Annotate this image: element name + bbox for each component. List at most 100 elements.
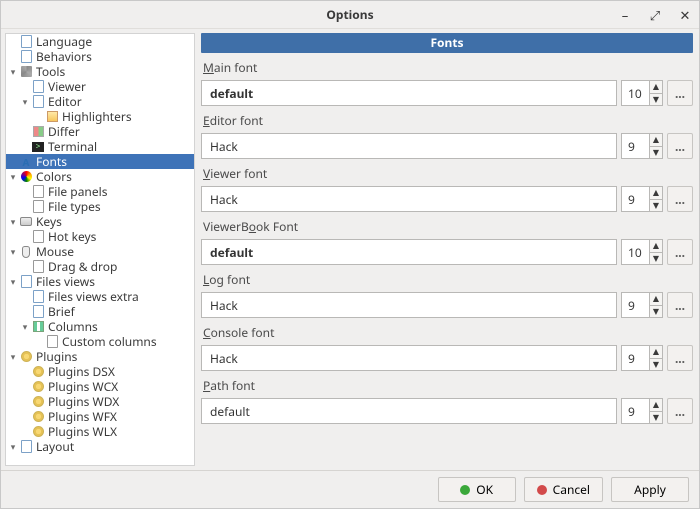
collapse-icon[interactable]: ▾ <box>20 97 30 107</box>
window-title: Options <box>326 6 373 23</box>
font-size-value[interactable]: 9 <box>621 398 649 424</box>
tree-item-mouse[interactable]: ▾Mouse <box>6 244 194 259</box>
keys-icon <box>18 214 34 230</box>
font-size-spinner[interactable]: 9▲▼ <box>621 292 663 318</box>
font-size-spinner[interactable]: 9▲▼ <box>621 345 663 371</box>
font-name-input[interactable] <box>201 292 617 318</box>
content-panel: Fonts Main font10▲▼...Editor font9▲▼...V… <box>195 29 699 470</box>
tree-item-language[interactable]: ▸Language <box>6 34 194 49</box>
font-size-value[interactable]: 10 <box>621 80 649 106</box>
tree-item-plugins-dsx[interactable]: ▸Plugins DSX <box>6 364 194 379</box>
tree-item-files-views-extra[interactable]: ▸Files views extra <box>6 289 194 304</box>
font-size-value[interactable]: 9 <box>621 292 649 318</box>
tree-item-terminal[interactable]: ▸Terminal <box>6 139 194 154</box>
tree-item-colors[interactable]: ▾Colors <box>6 169 194 184</box>
tree-item-tools[interactable]: ▾Tools <box>6 64 194 79</box>
tree-item-file-panels[interactable]: ▸File panels <box>6 184 194 199</box>
font-browse-button[interactable]: ... <box>667 239 693 265</box>
font-row: 10▲▼... <box>201 239 693 265</box>
font-name-input[interactable] <box>201 398 617 424</box>
close-button[interactable]: ✕ <box>675 5 695 25</box>
tree-item-drag-drop[interactable]: ▸Drag & drop <box>6 259 194 274</box>
spin-down-icon[interactable]: ▼ <box>649 359 663 372</box>
page-icon <box>30 289 46 305</box>
tree-item-keys[interactable]: ▾Keys <box>6 214 194 229</box>
font-size-spinner[interactable]: 9▲▼ <box>621 186 663 212</box>
tree-item-layout[interactable]: ▾Layout <box>6 439 194 454</box>
font-name-input[interactable] <box>201 239 617 265</box>
spin-up-icon[interactable]: ▲ <box>649 345 663 359</box>
font-size-spinner[interactable]: 10▲▼ <box>621 239 663 265</box>
tree-item-hot-keys[interactable]: ▸Hot keys <box>6 229 194 244</box>
spin-up-icon[interactable]: ▲ <box>649 80 663 94</box>
spin-up-icon[interactable]: ▲ <box>649 186 663 200</box>
font-browse-button[interactable]: ... <box>667 398 693 424</box>
options-tree[interactable]: ▸Language ▸Behaviors ▾Tools ▸Viewer ▾Edi… <box>5 33 195 466</box>
maximize-button[interactable]: ⤢ <box>645 5 665 25</box>
collapse-icon[interactable]: ▾ <box>8 172 18 182</box>
tree-item-fonts[interactable]: ▸AFonts <box>6 154 194 169</box>
font-name-input[interactable] <box>201 80 617 106</box>
columns-icon <box>30 319 46 335</box>
spin-down-icon[interactable]: ▼ <box>649 306 663 319</box>
font-browse-button[interactable]: ... <box>667 80 693 106</box>
font-browse-button[interactable]: ... <box>667 186 693 212</box>
tree-item-plugins-wcx[interactable]: ▸Plugins WCX <box>6 379 194 394</box>
spin-down-icon[interactable]: ▼ <box>649 412 663 425</box>
font-name-input[interactable] <box>201 133 617 159</box>
font-row: 9▲▼... <box>201 345 693 371</box>
tree-item-plugins-wfx[interactable]: ▸Plugins WFX <box>6 409 194 424</box>
colors-icon <box>18 169 34 185</box>
spin-down-icon[interactable]: ▼ <box>649 200 663 213</box>
font-size-value[interactable]: 9 <box>621 186 649 212</box>
spin-down-icon[interactable]: ▼ <box>649 147 663 160</box>
tree-item-plugins[interactable]: ▾Plugins <box>6 349 194 364</box>
font-size-spinner[interactable]: 10▲▼ <box>621 80 663 106</box>
page-icon <box>30 94 46 110</box>
font-size-value[interactable]: 9 <box>621 345 649 371</box>
minimize-button[interactable]: – <box>615 5 635 25</box>
spin-up-icon[interactable]: ▲ <box>649 239 663 253</box>
tree-item-differ[interactable]: ▸Differ <box>6 124 194 139</box>
tree-item-brief[interactable]: ▸Brief <box>6 304 194 319</box>
font-row: 10▲▼... <box>201 80 693 106</box>
tree-item-files-views[interactable]: ▾Files views <box>6 274 194 289</box>
font-browse-button[interactable]: ... <box>667 345 693 371</box>
collapse-icon[interactable]: ▾ <box>8 352 18 362</box>
spin-down-icon[interactable]: ▼ <box>649 94 663 107</box>
font-browse-button[interactable]: ... <box>667 133 693 159</box>
page-icon <box>30 304 46 320</box>
font-size-spinner[interactable]: 9▲▼ <box>621 133 663 159</box>
font-size-value[interactable]: 10 <box>621 239 649 265</box>
spin-up-icon[interactable]: ▲ <box>649 292 663 306</box>
tree-item-custom-columns[interactable]: ▸Custom columns <box>6 334 194 349</box>
tree-item-behaviors[interactable]: ▸Behaviors <box>6 49 194 64</box>
spin-down-icon[interactable]: ▼ <box>649 253 663 266</box>
tree-item-editor[interactable]: ▾Editor <box>6 94 194 109</box>
font-size-spinner[interactable]: 9▲▼ <box>621 398 663 424</box>
expand-icon[interactable]: ▾ <box>8 442 18 452</box>
collapse-icon[interactable]: ▾ <box>8 217 18 227</box>
collapse-icon[interactable]: ▾ <box>8 247 18 257</box>
ok-button[interactable]: OK <box>438 477 516 502</box>
tree-item-viewer[interactable]: ▸Viewer <box>6 79 194 94</box>
tree-item-file-types[interactable]: ▸File types <box>6 199 194 214</box>
font-size-value[interactable]: 9 <box>621 133 649 159</box>
tree-item-plugins-wlx[interactable]: ▸Plugins WLX <box>6 424 194 439</box>
spin-up-icon[interactable]: ▲ <box>649 398 663 412</box>
collapse-icon[interactable]: ▾ <box>8 277 18 287</box>
collapse-icon[interactable]: ▾ <box>8 67 18 77</box>
tree-item-plugins-wdx[interactable]: ▸Plugins WDX <box>6 394 194 409</box>
font-name-input[interactable] <box>201 345 617 371</box>
collapse-icon[interactable]: ▾ <box>20 322 30 332</box>
plugin-icon <box>30 409 46 425</box>
tree-item-columns[interactable]: ▾Columns <box>6 319 194 334</box>
font-name-input[interactable] <box>201 186 617 212</box>
cancel-button[interactable]: Cancel <box>524 477 603 502</box>
apply-button[interactable]: Apply <box>611 477 689 502</box>
font-group: Path font9▲▼... <box>201 377 693 424</box>
font-group: Log font9▲▼... <box>201 271 693 318</box>
spin-up-icon[interactable]: ▲ <box>649 133 663 147</box>
font-browse-button[interactable]: ... <box>667 292 693 318</box>
tree-item-highlighters[interactable]: ▸Highlighters <box>6 109 194 124</box>
